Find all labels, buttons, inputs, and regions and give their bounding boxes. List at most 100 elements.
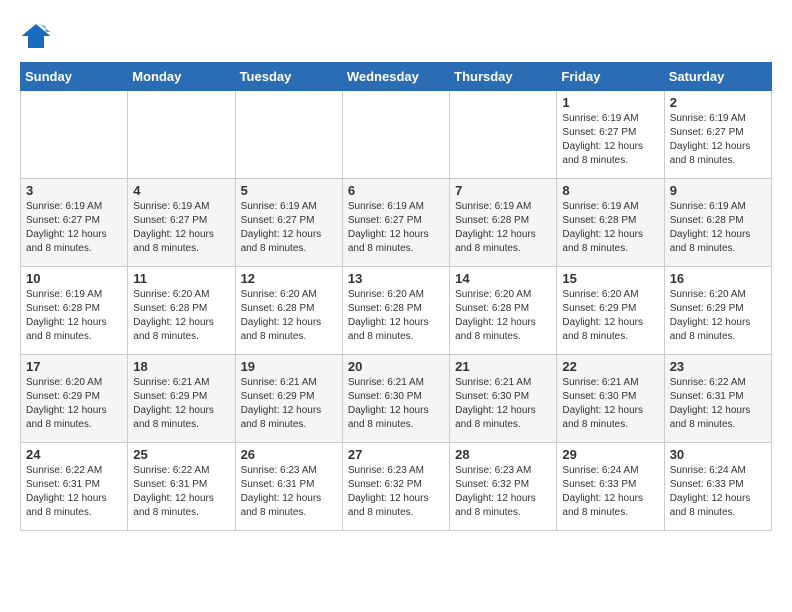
- day-info: Sunrise: 6:21 AMSunset: 6:30 PMDaylight:…: [455, 376, 551, 432]
- day-info: Sunrise: 6:24 AMSunset: 6:33 PMDaylight:…: [670, 464, 766, 520]
- day-number: 12: [241, 271, 337, 286]
- calendar-week-row: 17 Sunrise: 6:20 AMSunset: 6:29 PMDayligh…: [21, 355, 772, 443]
- day-number: 22: [562, 359, 658, 374]
- day-info: Sunrise: 6:19 AMSunset: 6:27 PMDaylight:…: [562, 112, 658, 168]
- day-info: Sunrise: 6:20 AMSunset: 6:29 PMDaylight:…: [26, 376, 122, 432]
- logo: [20, 20, 56, 52]
- calendar-day-cell: 16 Sunrise: 6:20 AMSunset: 6:29 PMDayligh…: [664, 267, 771, 355]
- weekday-header: Saturday: [664, 63, 771, 91]
- calendar-day-cell: 27 Sunrise: 6:23 AMSunset: 6:32 PMDayligh…: [342, 443, 449, 531]
- calendar: SundayMondayTuesdayWednesdayThursdayFrid…: [20, 62, 772, 531]
- calendar-day-cell: 12 Sunrise: 6:20 AMSunset: 6:28 PMDayligh…: [235, 267, 342, 355]
- day-info: Sunrise: 6:19 AMSunset: 6:28 PMDaylight:…: [455, 200, 551, 256]
- calendar-day-cell: 8 Sunrise: 6:19 AMSunset: 6:28 PMDaylight…: [557, 179, 664, 267]
- day-info: Sunrise: 6:19 AMSunset: 6:27 PMDaylight:…: [670, 112, 766, 168]
- calendar-day-cell: 11Sunrise: 6:20 AMSunset: 6:28 PMDayligh…: [128, 267, 235, 355]
- calendar-day-cell: 14Sunrise: 6:20 AMSunset: 6:28 PMDayligh…: [450, 267, 557, 355]
- day-number: 18: [133, 359, 229, 374]
- day-info: Sunrise: 6:19 AMSunset: 6:27 PMDaylight:…: [241, 200, 337, 256]
- day-info: Sunrise: 6:21 AMSunset: 6:30 PMDaylight:…: [348, 376, 444, 432]
- day-number: 20: [348, 359, 444, 374]
- day-number: 19: [241, 359, 337, 374]
- day-number: 3: [26, 183, 122, 198]
- calendar-day-cell: 23Sunrise: 6:22 AMSunset: 6:31 PMDayligh…: [664, 355, 771, 443]
- day-number: 21: [455, 359, 551, 374]
- calendar-day-cell: 5 Sunrise: 6:19 AMSunset: 6:27 PMDaylight…: [235, 179, 342, 267]
- calendar-week-row: 10 Sunrise: 6:19 AMSunset: 6:28 PMDayligh…: [21, 267, 772, 355]
- weekday-header: Sunday: [21, 63, 128, 91]
- day-number: 24: [26, 447, 122, 462]
- page-header: [20, 20, 772, 52]
- calendar-header-row: SundayMondayTuesdayWednesdayThursdayFrid…: [21, 63, 772, 91]
- calendar-day-cell: 7 Sunrise: 6:19 AMSunset: 6:28 PMDaylight…: [450, 179, 557, 267]
- calendar-day-cell: 2 Sunrise: 6:19 AMSunset: 6:27 PMDaylight…: [664, 91, 771, 179]
- calendar-day-cell: 24 Sunrise: 6:22 AMSunset: 6:31 PMDayligh…: [21, 443, 128, 531]
- day-number: 4: [133, 183, 229, 198]
- day-info: Sunrise: 6:21 AMSunset: 6:30 PMDaylight:…: [562, 376, 658, 432]
- day-info: Sunrise: 6:20 AMSunset: 6:29 PMDaylight:…: [670, 288, 766, 344]
- day-number: 8: [562, 183, 658, 198]
- logo-icon: [20, 20, 52, 52]
- calendar-day-cell: 1 Sunrise: 6:19 AMSunset: 6:27 PMDaylight…: [557, 91, 664, 179]
- day-number: 16: [670, 271, 766, 286]
- day-number: 1: [562, 95, 658, 110]
- calendar-day-cell: 15 Sunrise: 6:20 AMSunset: 6:29 PMDayligh…: [557, 267, 664, 355]
- day-number: 26: [241, 447, 337, 462]
- calendar-day-cell: 13 Sunrise: 6:20 AMSunset: 6:28 PMDayligh…: [342, 267, 449, 355]
- calendar-week-row: 24 Sunrise: 6:22 AMSunset: 6:31 PMDayligh…: [21, 443, 772, 531]
- day-number: 10: [26, 271, 122, 286]
- calendar-day-cell: 9Sunrise: 6:19 AMSunset: 6:28 PMDaylight…: [664, 179, 771, 267]
- calendar-day-cell: 3 Sunrise: 6:19 AMSunset: 6:27 PMDaylight…: [21, 179, 128, 267]
- day-info: Sunrise: 6:22 AMSunset: 6:31 PMDaylight:…: [133, 464, 229, 520]
- day-number: 13: [348, 271, 444, 286]
- weekday-header: Monday: [128, 63, 235, 91]
- calendar-day-cell: [128, 91, 235, 179]
- day-number: 5: [241, 183, 337, 198]
- day-info: Sunrise: 6:20 AMSunset: 6:29 PMDaylight:…: [562, 288, 658, 344]
- weekday-header: Wednesday: [342, 63, 449, 91]
- day-info: Sunrise: 6:22 AMSunset: 6:31 PMDaylight:…: [26, 464, 122, 520]
- day-info: Sunrise: 6:21 AMSunset: 6:29 PMDaylight:…: [241, 376, 337, 432]
- calendar-day-cell: 25 Sunrise: 6:22 AMSunset: 6:31 PMDayligh…: [128, 443, 235, 531]
- day-info: Sunrise: 6:19 AMSunset: 6:27 PMDaylight:…: [348, 200, 444, 256]
- calendar-day-cell: 21 Sunrise: 6:21 AMSunset: 6:30 PMDayligh…: [450, 355, 557, 443]
- calendar-week-row: 1 Sunrise: 6:19 AMSunset: 6:27 PMDaylight…: [21, 91, 772, 179]
- day-info: Sunrise: 6:20 AMSunset: 6:28 PMDaylight:…: [455, 288, 551, 344]
- day-info: Sunrise: 6:24 AMSunset: 6:33 PMDaylight:…: [562, 464, 658, 520]
- calendar-day-cell: 19 Sunrise: 6:21 AMSunset: 6:29 PMDayligh…: [235, 355, 342, 443]
- calendar-day-cell: 28Sunrise: 6:23 AMSunset: 6:32 PMDayligh…: [450, 443, 557, 531]
- calendar-day-cell: 30 Sunrise: 6:24 AMSunset: 6:33 PMDayligh…: [664, 443, 771, 531]
- day-info: Sunrise: 6:23 AMSunset: 6:32 PMDaylight:…: [348, 464, 444, 520]
- weekday-header: Tuesday: [235, 63, 342, 91]
- day-number: 2: [670, 95, 766, 110]
- calendar-day-cell: [342, 91, 449, 179]
- day-info: Sunrise: 6:19 AMSunset: 6:27 PMDaylight:…: [26, 200, 122, 256]
- day-info: Sunrise: 6:20 AMSunset: 6:28 PMDaylight:…: [348, 288, 444, 344]
- calendar-day-cell: 29 Sunrise: 6:24 AMSunset: 6:33 PMDayligh…: [557, 443, 664, 531]
- calendar-day-cell: 4Sunrise: 6:19 AMSunset: 6:27 PMDaylight…: [128, 179, 235, 267]
- day-info: Sunrise: 6:22 AMSunset: 6:31 PMDaylight:…: [670, 376, 766, 432]
- calendar-day-cell: 20 Sunrise: 6:21 AMSunset: 6:30 PMDayligh…: [342, 355, 449, 443]
- day-number: 15: [562, 271, 658, 286]
- day-number: 25: [133, 447, 229, 462]
- day-info: Sunrise: 6:20 AMSunset: 6:28 PMDaylight:…: [241, 288, 337, 344]
- day-info: Sunrise: 6:19 AMSunset: 6:28 PMDaylight:…: [670, 200, 766, 256]
- calendar-day-cell: [21, 91, 128, 179]
- day-info: Sunrise: 6:20 AMSunset: 6:28 PMDaylight:…: [133, 288, 229, 344]
- day-number: 29: [562, 447, 658, 462]
- day-info: Sunrise: 6:19 AMSunset: 6:28 PMDaylight:…: [562, 200, 658, 256]
- weekday-header: Thursday: [450, 63, 557, 91]
- calendar-day-cell: 10 Sunrise: 6:19 AMSunset: 6:28 PMDayligh…: [21, 267, 128, 355]
- weekday-header: Friday: [557, 63, 664, 91]
- day-number: 7: [455, 183, 551, 198]
- day-info: Sunrise: 6:23 AMSunset: 6:31 PMDaylight:…: [241, 464, 337, 520]
- day-info: Sunrise: 6:19 AMSunset: 6:28 PMDaylight:…: [26, 288, 122, 344]
- day-number: 30: [670, 447, 766, 462]
- day-number: 17: [26, 359, 122, 374]
- day-info: Sunrise: 6:23 AMSunset: 6:32 PMDaylight:…: [455, 464, 551, 520]
- calendar-day-cell: 18Sunrise: 6:21 AMSunset: 6:29 PMDayligh…: [128, 355, 235, 443]
- calendar-day-cell: 6Sunrise: 6:19 AMSunset: 6:27 PMDaylight…: [342, 179, 449, 267]
- calendar-day-cell: [450, 91, 557, 179]
- day-number: 27: [348, 447, 444, 462]
- calendar-week-row: 3 Sunrise: 6:19 AMSunset: 6:27 PMDaylight…: [21, 179, 772, 267]
